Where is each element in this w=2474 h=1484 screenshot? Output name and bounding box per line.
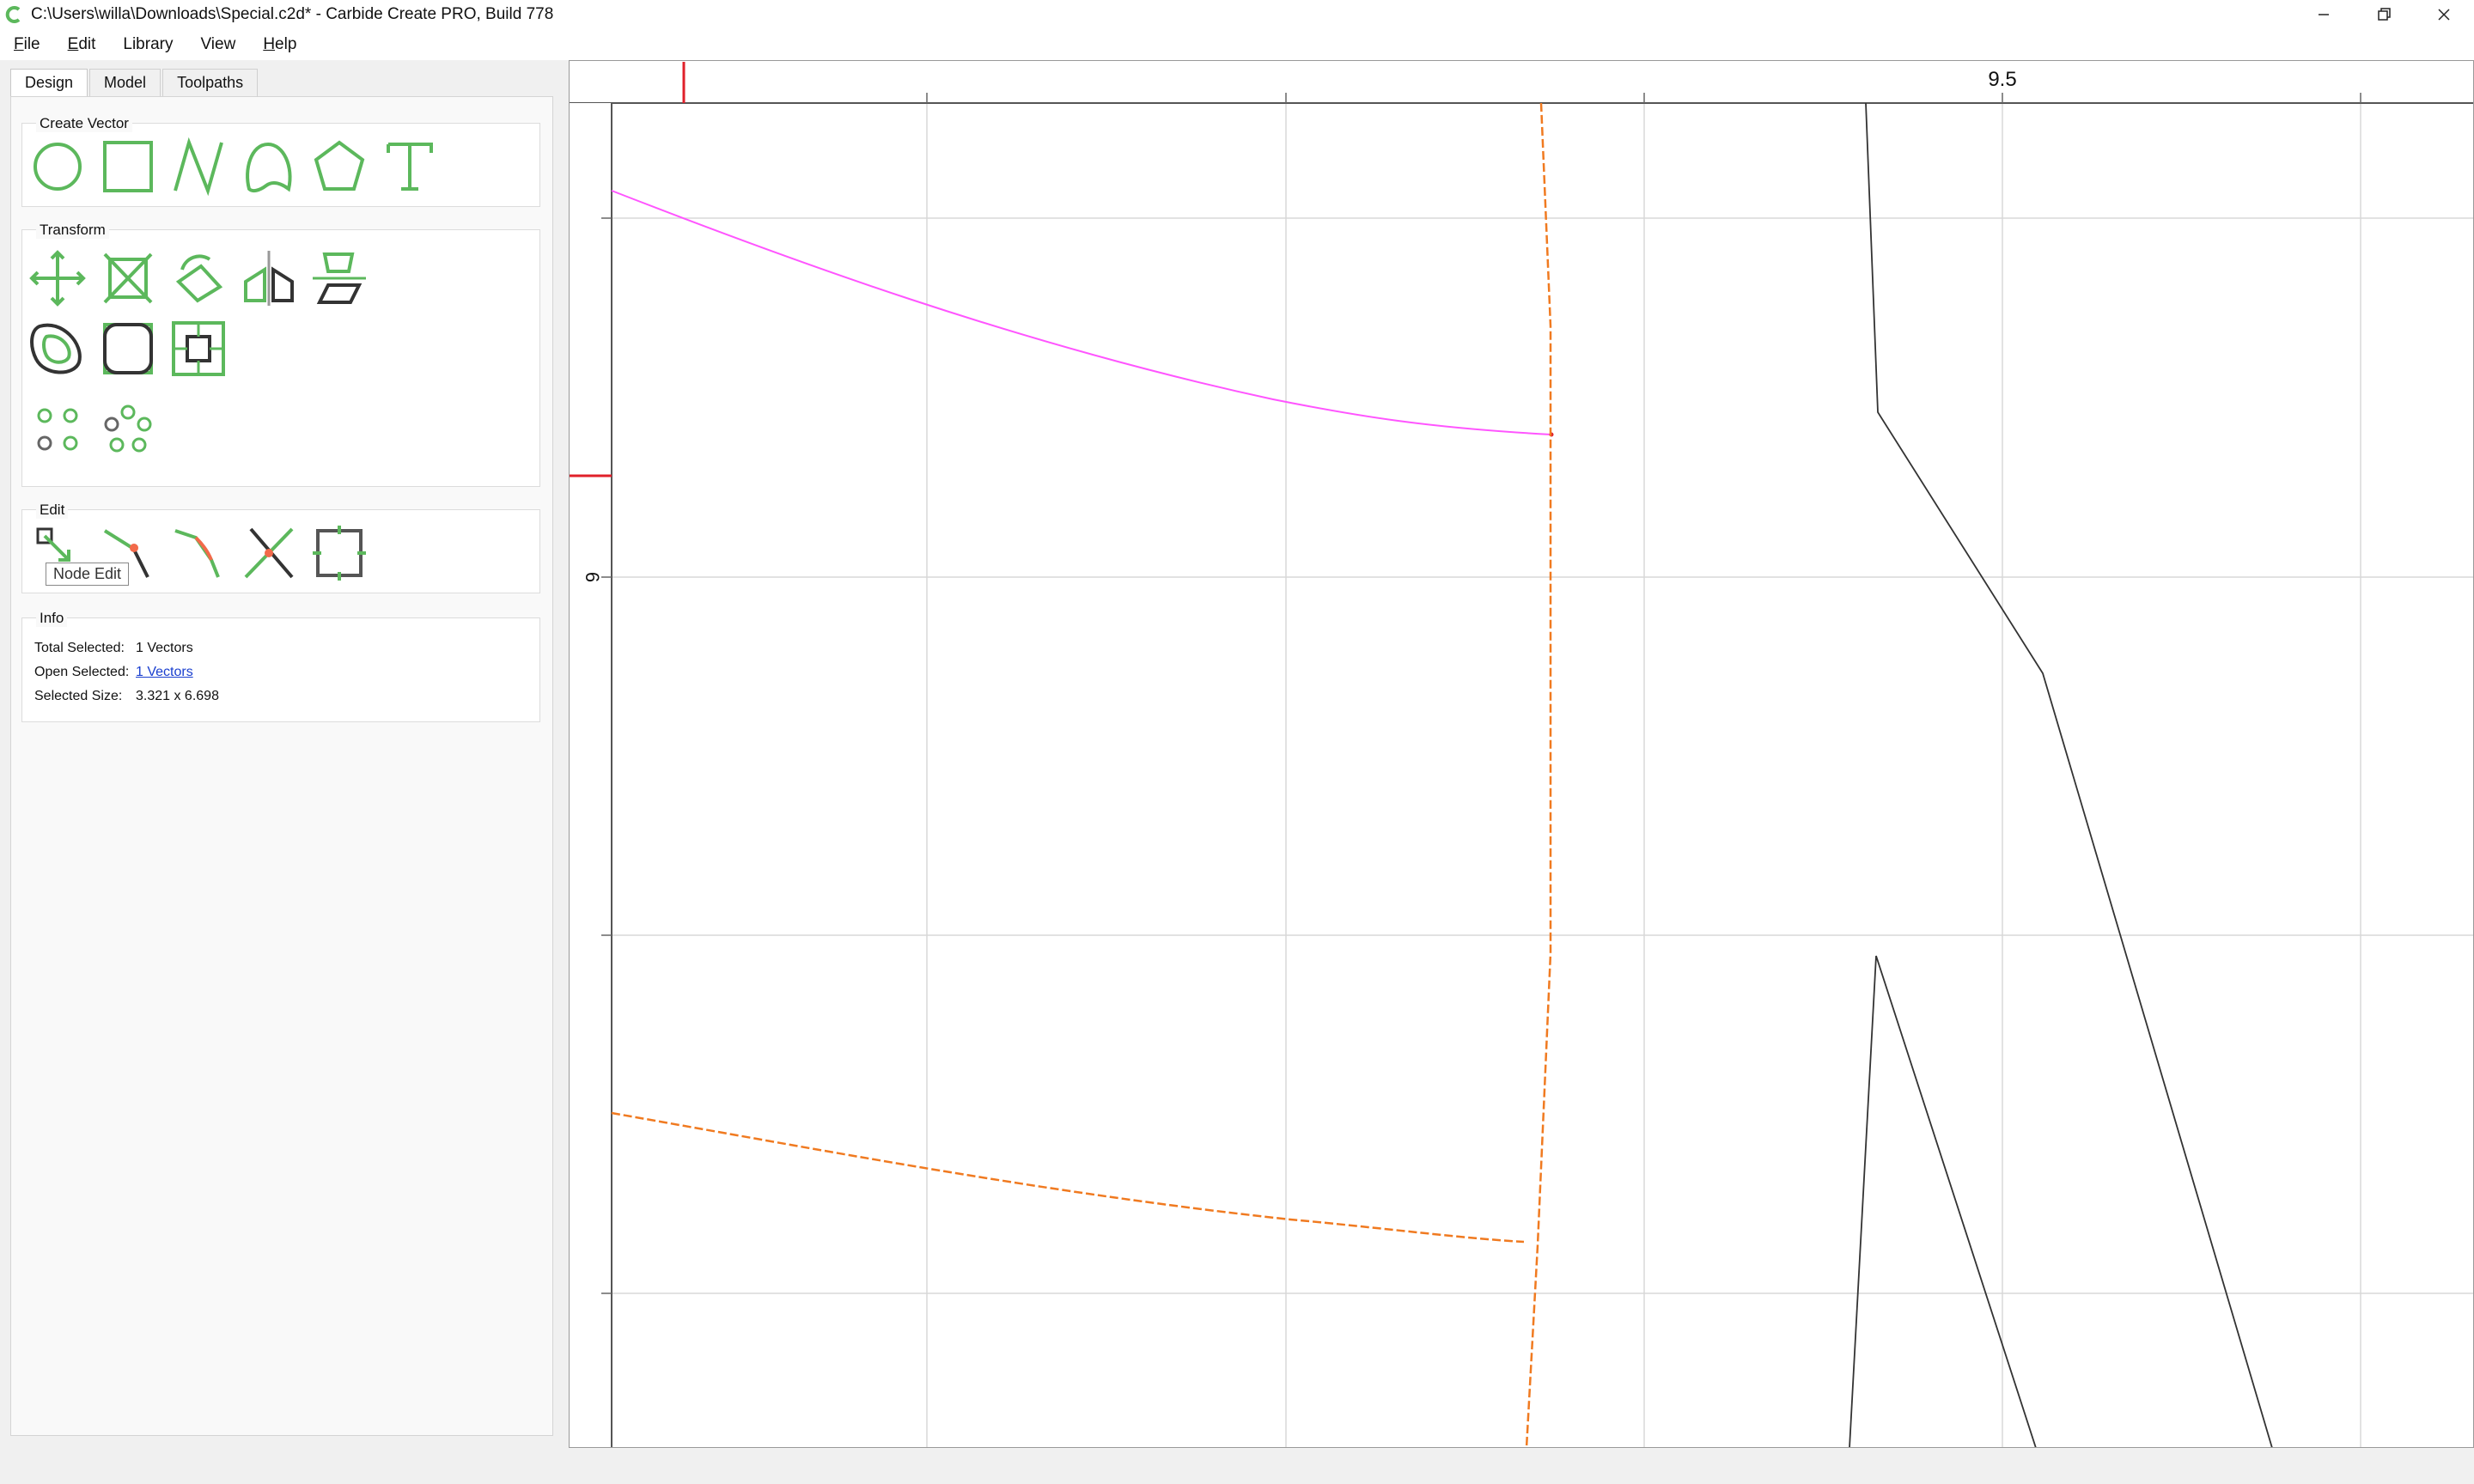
boundary-icon (172, 321, 225, 376)
canvas-drawing[interactable]: 9.5 6 (569, 60, 2474, 1448)
circular-array-button[interactable] (98, 398, 158, 460)
mirror-button[interactable] (239, 247, 299, 309)
title-bar: C:\Users\willa\Downloads\Special.c2d* - … (0, 0, 2474, 29)
move-icon (29, 250, 86, 307)
move-button[interactable] (27, 247, 88, 309)
text-icon (387, 143, 433, 191)
rectangle-icon (103, 141, 153, 192)
left-ruler-label: 6 (582, 572, 603, 582)
linear-array-button[interactable] (27, 398, 88, 460)
top-ruler: 9.5 (569, 60, 2474, 104)
left-panel: Design Model Toolpaths Create Vector Tra… (0, 60, 567, 1448)
boundary-button[interactable] (168, 318, 229, 380)
node-edit-tooltip: Node Edit (46, 563, 130, 586)
menu-help[interactable]: Help (263, 35, 296, 54)
info-label: Open Selected: (34, 665, 130, 679)
fillet-button[interactable] (98, 318, 158, 380)
bounding-box-button[interactable] (309, 522, 369, 584)
trim-button[interactable] (239, 522, 299, 584)
linear-array-icon (37, 408, 78, 451)
group-title-edit: Edit (36, 502, 69, 519)
fillet-icon (103, 323, 153, 374)
rotate-button[interactable] (168, 247, 229, 309)
align-icon (313, 252, 366, 304)
offset-button[interactable] (27, 318, 88, 380)
group-title-create-vector: Create Vector (36, 115, 132, 132)
info-row-selected-size: Selected Size: 3.321 x 6.698 (34, 689, 219, 704)
mirror-icon (244, 251, 294, 306)
tab-model[interactable]: Model (89, 69, 161, 96)
circle-icon (34, 143, 82, 191)
info-value: 3.321 x 6.698 (136, 689, 219, 703)
restore-icon (2378, 8, 2391, 21)
menu-file[interactable]: File (14, 35, 40, 54)
minimize-button[interactable] (2294, 0, 2354, 29)
align-button[interactable] (309, 247, 369, 309)
tab-toolpaths[interactable]: Toolpaths (162, 69, 259, 96)
info-row-open-selected: Open Selected: 1 Vectors (34, 665, 193, 680)
info-value: 1 Vectors (136, 641, 193, 655)
close-button[interactable] (2414, 0, 2474, 29)
bounding-box-icon (313, 526, 366, 581)
status-bar (0, 1448, 2474, 1484)
trim-icon (244, 527, 294, 579)
offset-icon (30, 323, 82, 374)
group-title-info: Info (36, 610, 68, 627)
group-title-transform: Transform (36, 222, 109, 239)
open-vectors-link[interactable]: 1 Vectors (136, 665, 193, 680)
tab-design[interactable]: Design (10, 69, 88, 96)
create-text-button[interactable] (380, 136, 440, 198)
create-curve-button[interactable] (239, 136, 299, 198)
window-controls (2294, 0, 2474, 29)
curve-icon (246, 142, 292, 193)
create-rectangle-button[interactable] (98, 136, 158, 198)
menu-bar: File Edit Library View Help (0, 29, 2474, 60)
polyline-icon (174, 137, 223, 197)
join-icon (174, 529, 220, 578)
panel-tabs: Design Model Toolpaths (10, 69, 259, 96)
minimize-icon (2319, 14, 2329, 15)
create-vector-group: Create Vector (21, 115, 540, 207)
rotate-icon (175, 254, 223, 303)
restore-button[interactable] (2354, 0, 2414, 29)
create-circle-button[interactable] (27, 136, 88, 198)
menu-view[interactable]: View (200, 35, 235, 54)
top-ruler-label: 9.5 (1988, 68, 2016, 91)
info-label: Total Selected: (34, 641, 125, 655)
polygon-icon (314, 140, 365, 191)
design-canvas[interactable]: 9.5 6 (569, 60, 2474, 1448)
info-row-total-selected: Total Selected: 1 Vectors (34, 641, 193, 656)
carbide-logo-icon (5, 6, 21, 23)
menu-edit[interactable]: Edit (68, 35, 96, 54)
scale-icon (103, 252, 153, 304)
canvas-background (569, 60, 2474, 1448)
scale-button[interactable] (98, 247, 158, 309)
create-polygon-button[interactable] (309, 136, 369, 198)
info-label: Selected Size: (34, 689, 123, 703)
design-tab-page: Create Vector Transform Edit Node Edit I… (10, 96, 553, 1436)
create-polyline-button[interactable] (168, 136, 229, 198)
close-icon (2438, 9, 2450, 21)
join-button[interactable] (168, 522, 229, 584)
left-ruler: 6 (569, 60, 612, 1448)
transform-group: Transform (21, 222, 540, 487)
circular-array-icon (104, 404, 152, 453)
info-group: Info Total Selected: 1 Vectors Open Sele… (21, 610, 540, 722)
menu-library[interactable]: Library (123, 35, 173, 54)
window-title: C:\Users\willa\Downloads\Special.c2d* - … (31, 5, 554, 23)
